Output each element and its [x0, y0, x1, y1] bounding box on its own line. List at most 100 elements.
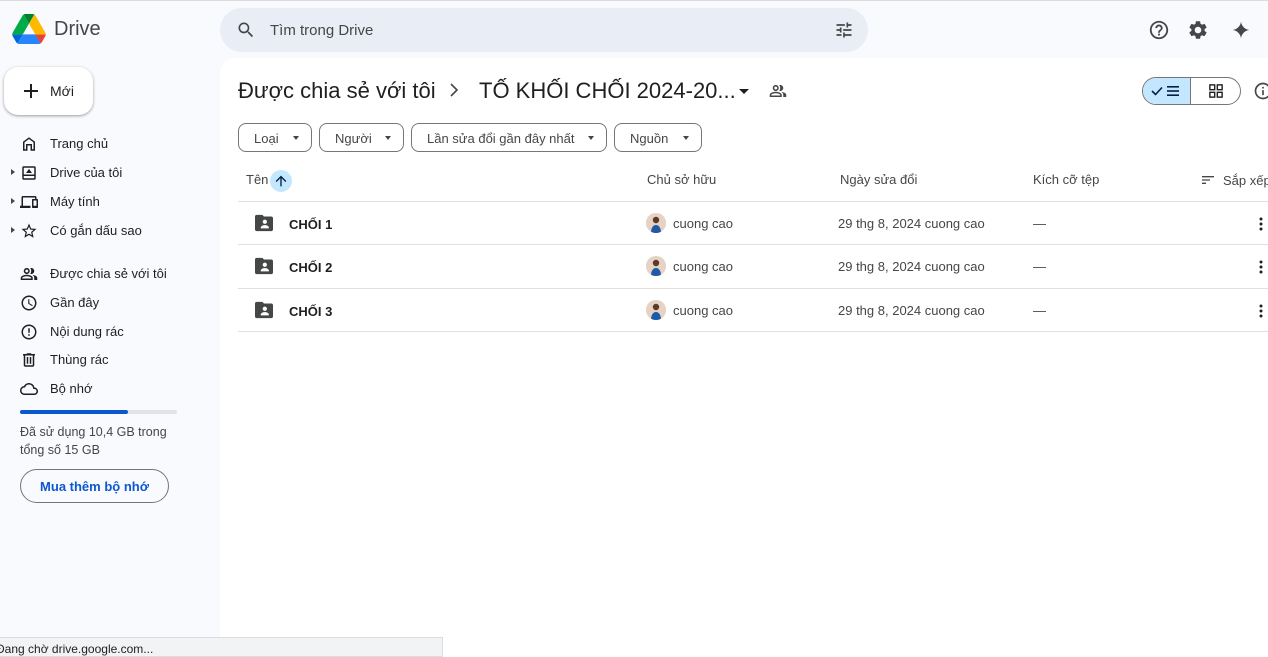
modified-date: 29 thg 8, 2024 cuong cao [838, 303, 985, 318]
column-header-modified[interactable]: Ngày sửa đổi [840, 172, 917, 187]
main-content: Được chia sẻ với tôi TỐ KHỐI CHỐI 2024-2… [220, 58, 1268, 657]
owner-name: cuong cao [673, 303, 733, 318]
sidebar-item-label: Trang chủ [50, 136, 109, 151]
table-row[interactable]: CHỐI 1 cuong cao 29 thg 8, 2024 cuong ca… [238, 202, 1268, 245]
sidebar-item-label: Thùng rác [50, 352, 109, 367]
sort-label: Sắp xếp [1223, 172, 1268, 188]
storage-progress-fill [20, 410, 129, 414]
folder-menu-dropdown-icon[interactable] [739, 89, 749, 94]
filter-modified-chip[interactable]: Lần sửa đổi gần đây nhất [411, 123, 607, 152]
drive-logo[interactable]: Drive [12, 14, 101, 44]
file-name: CHỐI 3 [289, 304, 333, 319]
drive-logo-icon [12, 14, 46, 44]
browser-status-bar: Đang chờ drive.google.com... [0, 637, 443, 657]
modified-date: 29 thg 8, 2024 cuong cao [838, 216, 985, 231]
star-icon [21, 223, 37, 238]
gemini-button[interactable] [1229, 18, 1253, 42]
more-vert-icon[interactable] [1258, 216, 1264, 232]
sidebar-item-label: Máy tính [50, 194, 100, 209]
table-row[interactable]: CHỐI 2 cuong cao 29 thg 8, 2024 cuong ca… [238, 245, 1268, 288]
dropdown-arrow-icon [588, 136, 594, 140]
sidebar-item-home[interactable]: Trang chủ [0, 129, 210, 157]
expand-caret-icon[interactable] [11, 169, 15, 175]
sidebar-item-label: Nội dung rác [50, 324, 124, 339]
computers-icon [20, 196, 38, 208]
filter-people-chip[interactable]: Người [319, 123, 404, 152]
owner-name: cuong cao [673, 259, 733, 274]
breadcrumb-parent[interactable]: Được chia sẻ với tôi [238, 78, 436, 104]
file-name: CHỐI 2 [289, 260, 333, 275]
grid-icon [1208, 84, 1223, 98]
chevron-right-icon [450, 83, 459, 97]
sort-ascending-button[interactable] [270, 170, 292, 192]
sidebar-item-recent[interactable]: Gần đây [0, 288, 210, 316]
sidebar-item-storage[interactable]: Bộ nhớ [0, 374, 210, 402]
help-icon [1149, 20, 1169, 40]
sidebar-item-trash[interactable]: Thùng rác [0, 345, 210, 373]
sidebar-item-label: Drive của tôi [50, 165, 123, 180]
list-view-button[interactable] [1143, 78, 1192, 104]
column-header-size[interactable]: Kích cỡ tệp [1033, 172, 1099, 187]
app-name: Drive [54, 17, 101, 40]
top-border [0, 0, 1268, 1]
file-size: — [1033, 259, 1046, 274]
settings-button[interactable] [1186, 18, 1210, 42]
sidebar-item-computers[interactable]: Máy tính [0, 187, 210, 215]
chip-label: Người [335, 131, 372, 146]
info-icon[interactable] [1253, 81, 1268, 101]
sidebar-item-label: Có gắn dấu sao [50, 223, 142, 238]
gear-icon [1189, 21, 1207, 39]
sort-icon [1202, 176, 1214, 184]
help-button[interactable] [1147, 18, 1171, 42]
dropdown-arrow-icon [683, 136, 689, 140]
status-text: Đang chờ drive.google.com... [0, 642, 154, 656]
buy-storage-button[interactable]: Mua thêm bộ nhớ [20, 469, 169, 503]
sidebar-item-label: Gần đây [50, 295, 100, 310]
shared-people-icon [20, 268, 38, 280]
grid-view-button[interactable] [1191, 78, 1240, 104]
storage-usage-text: Đã sử dụng 10,4 GB trong tổng số 15 GB [20, 425, 167, 457]
file-name: CHỐI 1 [289, 217, 333, 232]
sidebar-item-starred[interactable]: Có gắn dấu sao [0, 216, 210, 244]
column-header-owner[interactable]: Chủ sở hữu [647, 172, 716, 187]
filter-type-chip[interactable]: Loại [238, 123, 312, 152]
sparkle-icon [1232, 21, 1250, 39]
search-icon[interactable] [236, 20, 256, 40]
sidebar-item-spam[interactable]: Nội dung rác [0, 317, 210, 345]
avatar [646, 300, 666, 320]
expand-caret-icon[interactable] [11, 227, 15, 233]
filter-source-chip[interactable]: Nguồn [614, 123, 702, 152]
search-bar[interactable] [220, 8, 868, 52]
spam-icon [21, 324, 37, 340]
sort-options-button[interactable]: Sắp xếp [1200, 172, 1268, 188]
more-vert-icon[interactable] [1258, 303, 1264, 319]
sidebar-item-label: Được chia sẻ với tôi [50, 266, 167, 281]
modified-date: 29 thg 8, 2024 cuong cao [838, 259, 985, 274]
my-drive-icon [22, 166, 36, 180]
chip-label: Lần sửa đổi gần đây nhất [427, 131, 575, 146]
sidebar-item-label: Bộ nhớ [50, 381, 93, 396]
column-header-name[interactable]: Tên [246, 172, 268, 187]
file-size: — [1033, 303, 1046, 318]
table-row[interactable]: CHỐI 3 cuong cao 29 thg 8, 2024 cuong ca… [238, 289, 1268, 332]
arrow-up-icon [275, 175, 287, 187]
shared-folder-people-icon[interactable] [768, 82, 788, 100]
breadcrumb-current[interactable]: TỐ KHỐI CHỐI 2024-20... [479, 78, 736, 104]
search-input[interactable] [270, 18, 810, 42]
shared-folder-icon [255, 301, 273, 319]
check-list-icon [1150, 86, 1179, 96]
sidebar-item-shared-with-me[interactable]: Được chia sẻ với tôi [0, 259, 210, 287]
view-toggle [1142, 77, 1241, 105]
expand-caret-icon[interactable] [11, 198, 15, 204]
dropdown-arrow-icon [293, 136, 299, 140]
cloud-icon [20, 383, 38, 395]
more-vert-icon[interactable] [1258, 259, 1264, 275]
search-options-icon[interactable] [834, 20, 854, 40]
home-icon [23, 137, 35, 151]
new-button-label: Mới [50, 83, 74, 99]
dropdown-arrow-icon [385, 136, 391, 140]
chip-label: Nguồn [630, 131, 669, 146]
new-button[interactable]: Mới [4, 67, 93, 115]
sidebar-item-my-drive[interactable]: Drive của tôi [0, 158, 210, 186]
clock-icon [21, 295, 37, 311]
